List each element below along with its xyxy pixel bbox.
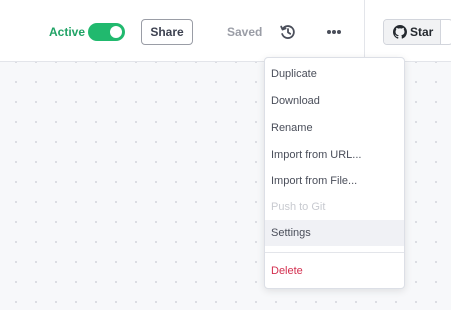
- menu-item-import-file[interactable]: Import from File...: [265, 168, 404, 194]
- menu-item-import-url[interactable]: Import from URL...: [265, 142, 404, 168]
- menu-item-delete[interactable]: Delete: [265, 258, 404, 284]
- menu-divider: [265, 252, 404, 253]
- menu-item-duplicate[interactable]: Duplicate: [265, 61, 404, 87]
- active-toggle[interactable]: [88, 23, 125, 41]
- github-star-button[interactable]: Star: [383, 19, 451, 45]
- toggle-knob: [110, 26, 122, 38]
- workflow-header: Active Share Saved Star: [0, 0, 451, 62]
- more-options-button[interactable]: [323, 21, 345, 43]
- history-button[interactable]: [279, 23, 297, 41]
- more-horizontal-icon: [327, 30, 341, 34]
- menu-item-settings[interactable]: Settings: [265, 220, 404, 246]
- menu-item-rename[interactable]: Rename: [265, 115, 404, 141]
- active-label: Active: [49, 25, 86, 39]
- header-divider: [364, 0, 365, 62]
- github-star-main[interactable]: Star: [384, 20, 441, 44]
- menu-item-download[interactable]: Download: [265, 88, 404, 114]
- github-icon: [393, 25, 407, 39]
- more-options-menu: Duplicate Download Rename Import from UR…: [264, 57, 405, 289]
- star-label: Star: [410, 25, 434, 39]
- share-button[interactable]: Share: [141, 19, 193, 45]
- saved-status: Saved: [227, 25, 263, 39]
- menu-item-push-to-git: Push to Git: [271, 201, 326, 213]
- history-icon: [280, 25, 295, 39]
